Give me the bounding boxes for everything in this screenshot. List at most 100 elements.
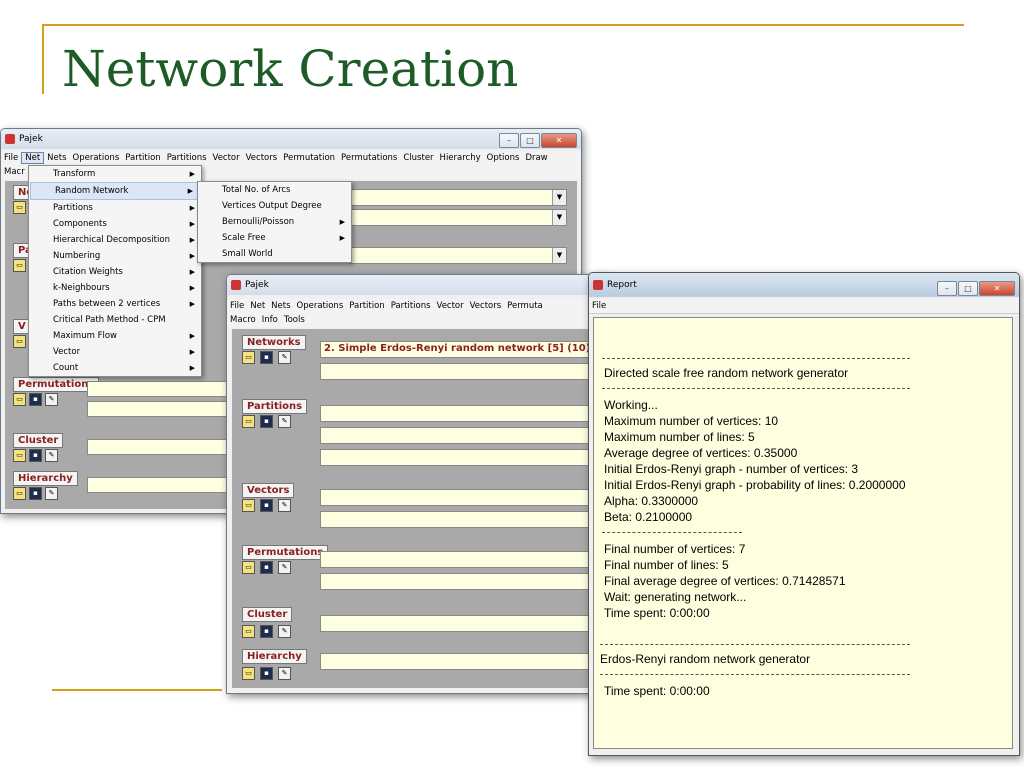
minimize-button[interactable]: –	[937, 281, 957, 296]
menu-options[interactable]: Options	[484, 153, 523, 163]
menu-file[interactable]: File	[227, 301, 247, 311]
menu-vectors[interactable]: Vectors	[467, 301, 505, 311]
menu-item-numbering[interactable]: Numbering ▶	[29, 248, 201, 264]
folder-open-icon[interactable]: ▭	[242, 499, 255, 512]
menu-partition[interactable]: Partition	[122, 153, 163, 163]
menu-vectors[interactable]: Vectors	[243, 153, 281, 163]
folder-open-icon[interactable]: ▭	[13, 335, 26, 348]
menu-permutation[interactable]: Permuta	[504, 301, 546, 311]
menu-operations[interactable]: Operations	[70, 153, 123, 163]
folder-open-icon[interactable]: ▭	[242, 667, 255, 680]
folder-open-icon[interactable]: ▭	[13, 487, 26, 500]
menu-item-random-network[interactable]: Random Network ▶	[30, 182, 200, 200]
menu-item-transform[interactable]: Transform ▶	[29, 166, 201, 182]
menu-item-citation-weights[interactable]: Citation Weights ▶	[29, 264, 201, 280]
network-select[interactable]: 2. Simple Erdos-Renyi random network [5]…	[320, 341, 607, 358]
folder-open-icon[interactable]: ▭	[242, 415, 255, 428]
folder-open-icon[interactable]: ▭	[13, 449, 26, 462]
network-dropdown[interactable]: ▼	[349, 189, 567, 206]
close-button[interactable]: ✕	[541, 133, 577, 148]
menu-item-count[interactable]: Count ▶	[29, 360, 201, 376]
floppy-save-icon[interactable]: ▪	[29, 393, 42, 406]
floppy-save-icon[interactable]: ▪	[260, 667, 273, 680]
menu-partitions[interactable]: Partitions	[164, 153, 210, 163]
menu-item-partitions[interactable]: Partitions ▶	[29, 200, 201, 216]
network-dropdown-2[interactable]: ▼	[349, 209, 567, 226]
edit-icon[interactable]: ✎	[278, 351, 291, 364]
edit-icon[interactable]: ✎	[278, 561, 291, 574]
folder-open-icon[interactable]: ▭	[13, 259, 26, 272]
cluster-field[interactable]	[87, 439, 239, 455]
floppy-save-icon[interactable]: ▪	[260, 499, 273, 512]
floppy-save-icon[interactable]: ▪	[260, 561, 273, 574]
folder-open-icon[interactable]: ▭	[13, 393, 26, 406]
menu-partitions[interactable]: Partitions	[388, 301, 434, 311]
folder-open-icon[interactable]: ▭	[242, 351, 255, 364]
menu-permutations[interactable]: Permutations	[338, 153, 400, 163]
menu-info[interactable]: Info	[259, 315, 281, 325]
submenu-item-bernoulli-poisson[interactable]: Bernoulli/Poisson ▶	[198, 214, 351, 230]
menu-macro[interactable]: Macro	[227, 315, 259, 325]
vector-select-2[interactable]	[320, 511, 607, 528]
edit-icon[interactable]: ✎	[278, 415, 291, 428]
menu-item-k-neighbours[interactable]: k-Neighbours ▶	[29, 280, 201, 296]
menu-file[interactable]: File	[589, 301, 609, 311]
menu-permutation[interactable]: Permutation	[280, 153, 338, 163]
edit-icon[interactable]: ✎	[45, 393, 58, 406]
permutation-select[interactable]	[320, 551, 607, 568]
menu-cluster[interactable]: Cluster	[400, 153, 436, 163]
menu-vector[interactable]: Vector	[434, 301, 467, 311]
floppy-save-icon[interactable]: ▪	[29, 449, 42, 462]
floppy-save-icon[interactable]: ▪	[260, 415, 273, 428]
folder-open-icon[interactable]: ▭	[242, 625, 255, 638]
floppy-save-icon[interactable]: ▪	[260, 351, 273, 364]
close-button[interactable]: ✕	[979, 281, 1015, 296]
submenu-item-small-world[interactable]: Small World	[198, 246, 351, 262]
minimize-button[interactable]: –	[499, 133, 519, 148]
menu-file[interactable]: File	[1, 153, 21, 163]
menu-net[interactable]: Net	[247, 301, 268, 311]
vector-select[interactable]	[320, 489, 607, 506]
folder-open-icon[interactable]: ▭	[242, 561, 255, 574]
cluster-select[interactable]	[320, 615, 607, 632]
partition-select[interactable]	[320, 405, 607, 422]
menu-net[interactable]: Net	[21, 152, 45, 164]
menu-draw[interactable]: Draw	[522, 153, 550, 163]
submenu-item-vertices-output-degree[interactable]: Vertices Output Degree	[198, 198, 351, 214]
menu-hierarchy[interactable]: Hierarchy	[437, 153, 484, 163]
menu-item-paths[interactable]: Paths between 2 vertices ▶	[29, 296, 201, 312]
maximize-button[interactable]: □	[520, 133, 540, 148]
permutation-select-2[interactable]	[320, 573, 607, 590]
menu-item-components[interactable]: Components ▶	[29, 216, 201, 232]
menu-item-cpm[interactable]: Critical Path Method - CPM	[29, 312, 201, 328]
edit-icon[interactable]: ✎	[278, 499, 291, 512]
floppy-save-icon[interactable]: ▪	[260, 625, 273, 638]
menu-partition[interactable]: Partition	[346, 301, 387, 311]
menu-nets[interactable]: Nets	[44, 153, 69, 163]
menu-nets[interactable]: Nets	[268, 301, 293, 311]
hierarchy-select[interactable]	[320, 653, 607, 670]
permutation-field[interactable]	[87, 381, 239, 397]
menu-operations[interactable]: Operations	[294, 301, 347, 311]
hierarchy-field[interactable]	[87, 477, 239, 493]
edit-icon[interactable]: ✎	[45, 487, 58, 500]
maximize-button[interactable]: □	[958, 281, 978, 296]
partition-select-2[interactable]	[320, 427, 607, 444]
report-text-area[interactable]: Directed scale free random network gener…	[593, 317, 1013, 749]
permutation-field-2[interactable]	[87, 401, 239, 417]
network-select-2[interactable]	[320, 363, 607, 380]
menu-tools[interactable]: Tools	[281, 315, 308, 325]
menu-macro[interactable]: Macr	[1, 167, 28, 177]
floppy-save-icon[interactable]: ▪	[29, 487, 42, 500]
menu-item-hierarchical-decomposition[interactable]: Hierarchical Decomposition ▶	[29, 232, 201, 248]
folder-open-icon[interactable]: ▭	[13, 201, 26, 214]
edit-icon[interactable]: ✎	[278, 625, 291, 638]
edit-icon[interactable]: ✎	[45, 449, 58, 462]
partition-select-3[interactable]	[320, 449, 607, 466]
submenu-item-scale-free[interactable]: Scale Free ▶	[198, 230, 351, 246]
menu-item-maximum-flow[interactable]: Maximum Flow ▶	[29, 328, 201, 344]
submenu-item-total-arcs[interactable]: Total No. of Arcs	[198, 182, 351, 198]
menu-item-vector[interactable]: Vector ▶	[29, 344, 201, 360]
partition-dropdown[interactable]: ▼	[349, 247, 567, 264]
menu-vector[interactable]: Vector	[210, 153, 243, 163]
